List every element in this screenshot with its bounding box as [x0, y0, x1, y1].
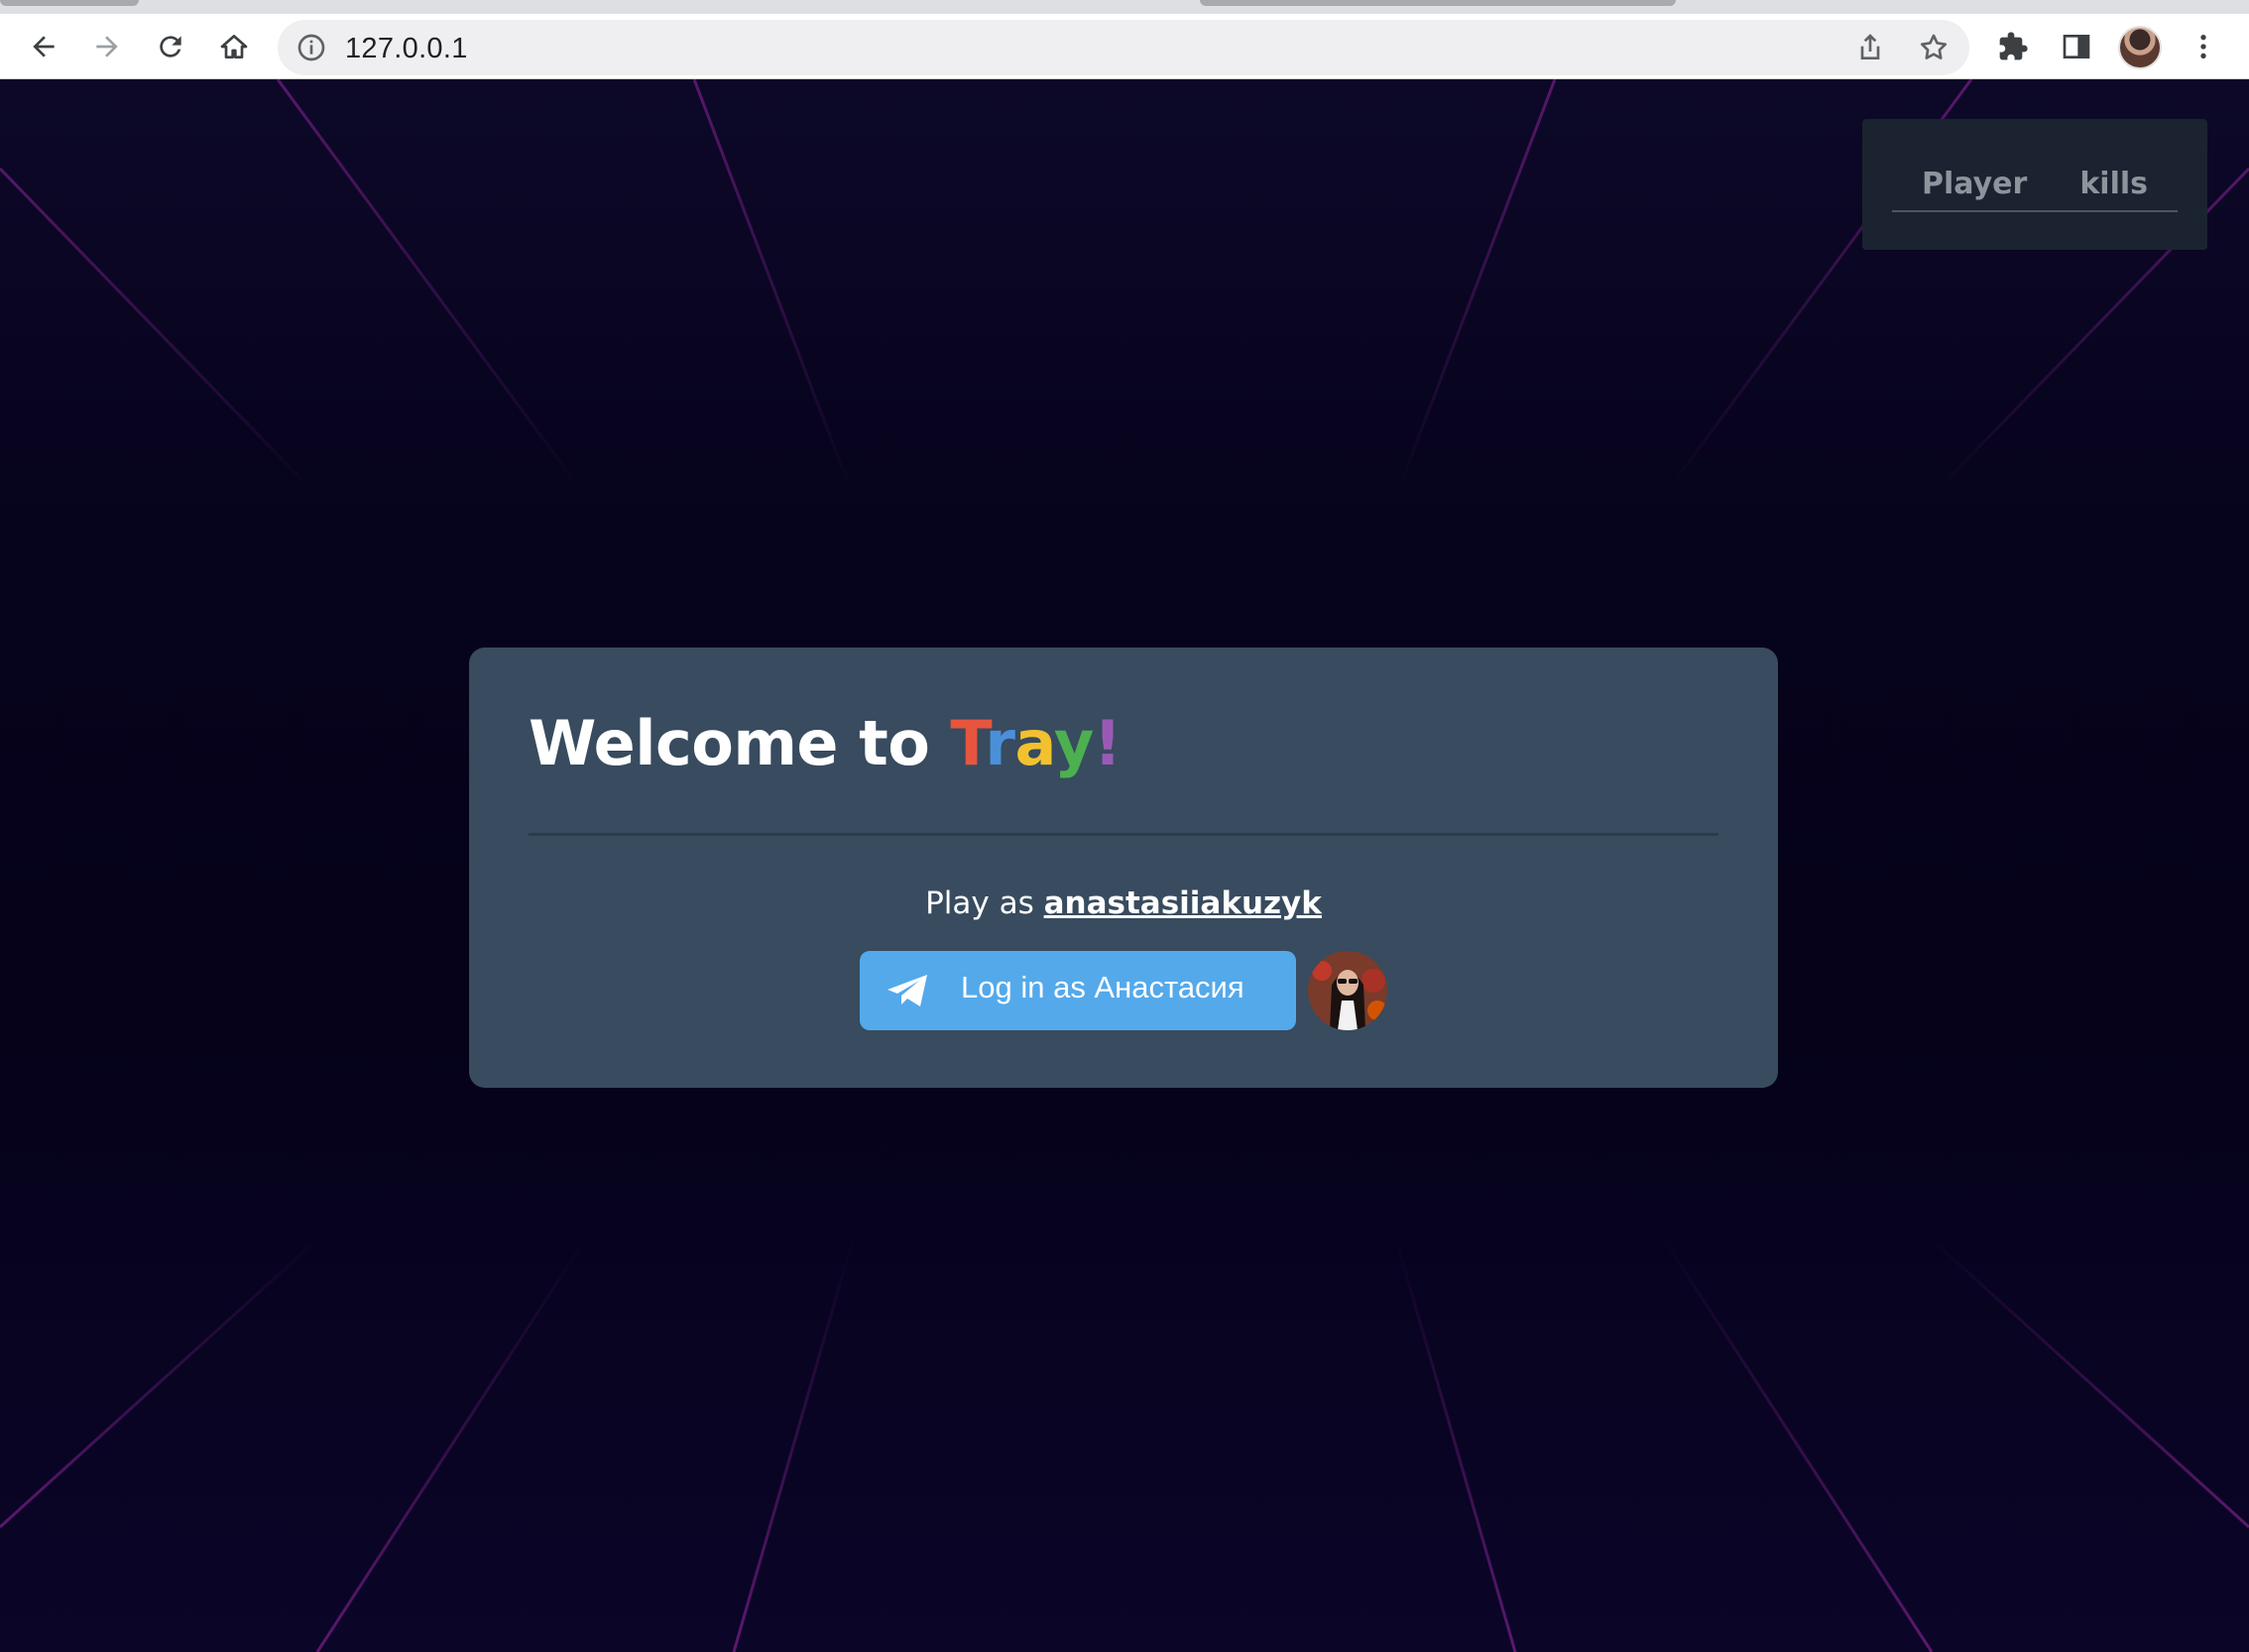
brand-letter: a [1014, 707, 1054, 779]
telegram-login-button[interactable]: Log in as Анастасия [860, 951, 1296, 1030]
play-as-label: Play as [925, 885, 1034, 921]
welcome-card: Welcome to Tray! Play as anastasiiakuzyk… [469, 648, 1778, 1088]
game-page: Player kills Welcome to Tray! Play as an… [0, 79, 2249, 1652]
puzzle-icon[interactable] [1997, 31, 2029, 62]
forward-arrow-icon [96, 36, 118, 58]
scoreboard: Player kills [1862, 119, 2207, 250]
forward-button[interactable] [83, 23, 131, 70]
welcome-title-prefix: Welcome to [529, 707, 951, 779]
reload-button[interactable] [147, 23, 194, 70]
info-icon[interactable] [296, 32, 327, 63]
welcome-title: Welcome to Tray! [529, 707, 1122, 779]
brand-letter: r [985, 707, 1015, 779]
brand-name: Tray! [950, 707, 1122, 779]
side-panel-icon[interactable] [2061, 31, 2092, 62]
username-link[interactable]: anastasiiakuzyk [1044, 885, 1322, 921]
avatar-photo [1308, 951, 1387, 1030]
profile-avatar[interactable] [2118, 26, 2162, 69]
telegram-login-label: Log in as Анастасия [961, 970, 1244, 1004]
address-bar[interactable]: 127.0.0.1 [278, 20, 1969, 75]
tab-strip [0, 0, 2249, 14]
back-arrow-icon [33, 36, 55, 58]
brand-letter: ! [1093, 707, 1122, 779]
tab-edge [0, 0, 139, 6]
divider [529, 833, 1718, 836]
play-as-line: Play as anastasiiakuzyk [469, 885, 1778, 921]
avatar [1308, 951, 1387, 1030]
browser-toolbar: 127.0.0.1 [0, 14, 2249, 79]
kebab-menu-icon[interactable] [2188, 31, 2219, 62]
star-icon[interactable] [1918, 32, 1950, 63]
telegram-plane-icon [888, 975, 927, 1006]
tab-edge [1200, 0, 1676, 6]
home-icon [220, 35, 248, 59]
brand-letter: T [950, 707, 986, 779]
scoreboard-column-kills: kills [2079, 167, 2148, 201]
brand-letter: y [1053, 707, 1094, 779]
home-button[interactable] [210, 23, 258, 70]
reload-icon [160, 36, 181, 58]
back-button[interactable] [20, 23, 67, 70]
share-icon[interactable] [1854, 32, 1886, 63]
url-text[interactable]: 127.0.0.1 [345, 33, 468, 65]
scoreboard-column-player: Player [1922, 167, 2028, 201]
scoreboard-header: Player kills [1892, 165, 2178, 212]
